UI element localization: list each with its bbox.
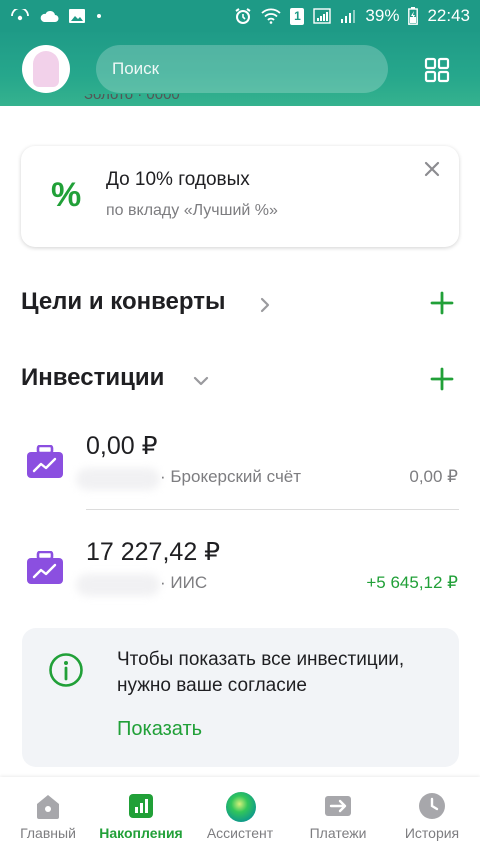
- signal-icon: [313, 8, 332, 24]
- notification-dot-icon: [95, 12, 103, 20]
- close-icon[interactable]: [423, 160, 441, 178]
- nav-label-savings: Накопления: [99, 825, 183, 841]
- chevron-right-icon[interactable]: [259, 296, 271, 319]
- image-icon: [68, 8, 86, 24]
- status-bar: 1 39% 22:43: [0, 0, 480, 32]
- consent-text: Чтобы показать все инвестиции, нужно ваш…: [117, 649, 405, 696]
- alarm-icon: [234, 7, 252, 25]
- search-input[interactable]: Поиск: [96, 45, 388, 93]
- promo-title: До 10% годовых: [106, 169, 250, 190]
- nav-label-history: История: [404, 825, 460, 841]
- promo-card[interactable]: % До 10% годовых по вкладу «Лучший %»: [21, 146, 459, 247]
- investment-amount: 17 227,42 ₽: [86, 538, 221, 566]
- nav-item-home[interactable]: Главный: [0, 777, 96, 853]
- investments-section-title[interactable]: Инвестиции: [21, 364, 164, 392]
- masked-account-number: [76, 468, 160, 490]
- nav-item-history[interactable]: История: [384, 777, 480, 853]
- consent-info-card: Чтобы показать все инвестиции, нужно ваш…: [22, 628, 459, 767]
- cut-off-text: Золото · 0000: [84, 94, 180, 103]
- hotspot-icon: [10, 9, 30, 23]
- masked-account-number: [76, 574, 160, 596]
- clock: 22:43: [427, 6, 470, 25]
- percent-icon: %: [51, 176, 82, 214]
- cut-off-row: Золото · 0000: [84, 94, 180, 112]
- nav-label-home: Главный: [20, 825, 76, 841]
- qr-menu-icon[interactable]: [424, 57, 450, 83]
- info-icon: [48, 652, 84, 688]
- goals-section-title[interactable]: Цели и конверты: [21, 288, 226, 316]
- briefcase-chart-icon: [26, 550, 64, 585]
- app-header: Поиск: [0, 32, 480, 106]
- avatar[interactable]: [22, 45, 70, 93]
- sim-badge-label: 1: [294, 9, 301, 23]
- assistant-icon: [225, 791, 256, 822]
- briefcase-chart-icon: [26, 444, 64, 479]
- signal-bars-icon: [340, 8, 356, 24]
- promo-subtitle: по вкладу «Лучший %»: [106, 202, 278, 219]
- add-investment-button[interactable]: [430, 367, 454, 391]
- investment-name: · ИИС: [160, 573, 208, 592]
- app-screen: 1 39% 22:43 Поиск Золото · 0000 % До 10%…: [0, 0, 480, 853]
- history-icon: [417, 791, 447, 821]
- home-icon: [33, 791, 63, 821]
- chevron-down-icon[interactable]: [192, 374, 210, 393]
- payments-icon: [323, 791, 353, 821]
- add-goal-button[interactable]: [430, 291, 454, 315]
- plus-icon: [430, 367, 454, 391]
- plus-icon: [430, 291, 454, 315]
- sim-badge-icon: 1: [290, 7, 305, 25]
- investment-amount: 0,00 ₽: [86, 432, 158, 460]
- savings-icon: [126, 791, 156, 821]
- divider: [86, 509, 459, 510]
- nav-item-savings[interactable]: Накопления: [93, 777, 189, 853]
- avatar-silhouette-icon: [33, 51, 59, 87]
- nav-item-assistant[interactable]: Ассистент: [192, 777, 288, 853]
- show-investments-link[interactable]: Показать: [117, 718, 202, 741]
- investment-profit: +5 645,12 ₽: [366, 573, 458, 592]
- battery-charging-icon: [408, 7, 419, 25]
- cloud-icon: [39, 9, 59, 23]
- bottom-navigation: Главный Накопления Ассистент Платежи Ист…: [0, 777, 480, 853]
- nav-label-payments: Платежи: [309, 825, 367, 841]
- nav-label-assistant: Ассистент: [206, 825, 274, 841]
- battery-percent: 39%: [365, 6, 400, 25]
- investment-name: · Брокерский счёт: [160, 467, 302, 486]
- nav-item-payments[interactable]: Платежи: [290, 777, 386, 853]
- investment-profit: 0,00 ₽: [409, 467, 458, 486]
- wifi-icon: [261, 8, 282, 24]
- search-placeholder: Поиск: [112, 59, 160, 78]
